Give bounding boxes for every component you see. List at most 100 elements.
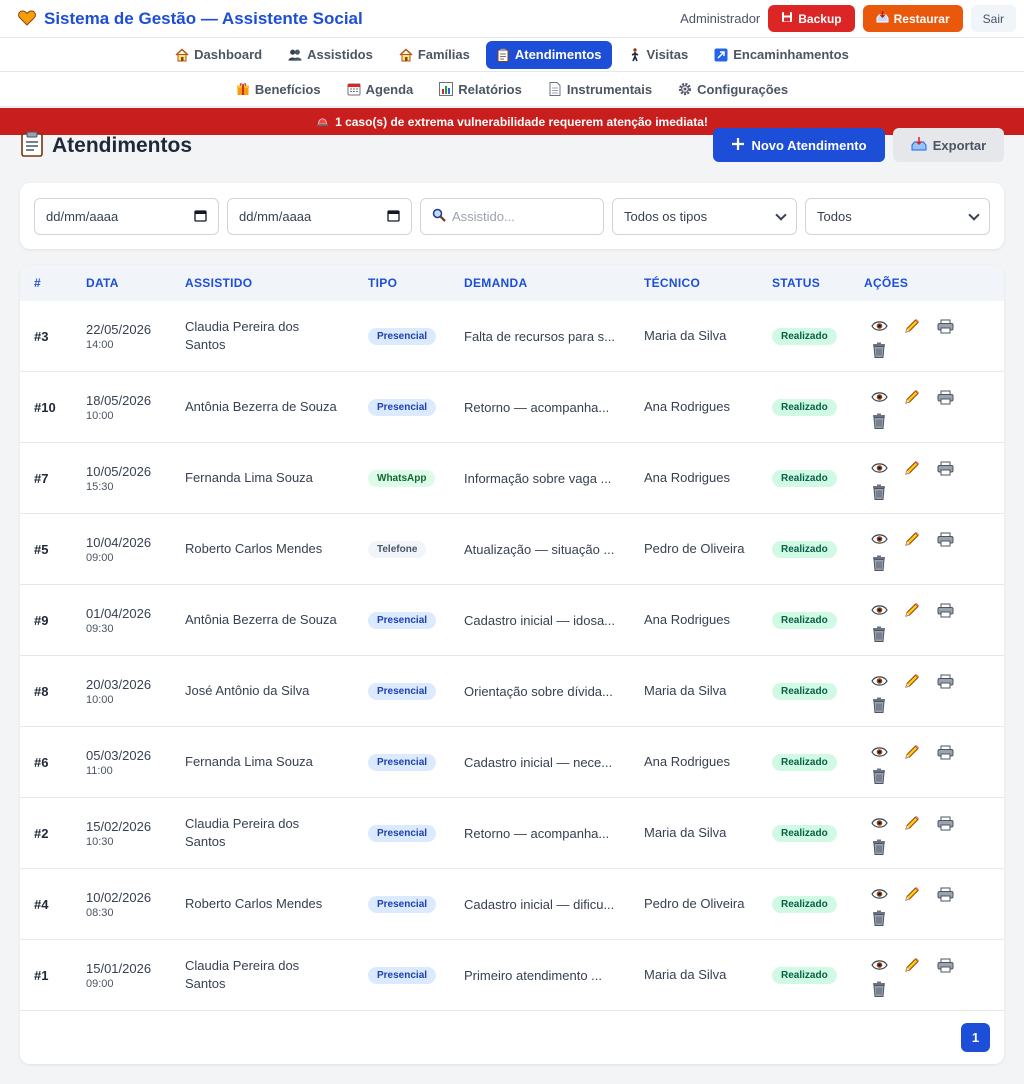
nav-visitas[interactable]: Visitas bbox=[618, 41, 699, 69]
table-row[interactable]: #7 10/05/2026 15:30 Fernanda Lima Souza … bbox=[20, 443, 1004, 514]
pencil-icon[interactable] bbox=[903, 743, 921, 761]
nav-instrumentais[interactable]: Instrumentais bbox=[538, 75, 662, 103]
calendar-icon[interactable] bbox=[387, 209, 400, 225]
pencil-icon[interactable] bbox=[903, 672, 921, 690]
trash-icon[interactable] bbox=[870, 341, 888, 359]
column-header[interactable]: DATA bbox=[86, 276, 119, 290]
column-header[interactable]: AÇÕES bbox=[864, 276, 908, 290]
column-header[interactable]: TÉCNICO bbox=[644, 276, 700, 290]
printer-icon[interactable] bbox=[936, 672, 954, 690]
nav-relatorios[interactable]: Relatórios bbox=[429, 75, 532, 103]
pencil-icon[interactable] bbox=[903, 459, 921, 477]
eye-icon[interactable] bbox=[870, 743, 888, 761]
nav-familias[interactable]: Famílias bbox=[389, 41, 480, 69]
row-assistido[interactable]: Fernanda Lima Souza bbox=[185, 727, 340, 797]
table-row[interactable]: #8 20/03/2026 10:00 José Antônio da Silv… bbox=[20, 656, 1004, 727]
row-assistido[interactable]: Claudia Pereira dos Santos bbox=[185, 301, 340, 371]
pencil-icon[interactable] bbox=[903, 388, 921, 406]
row-id: #8 bbox=[34, 683, 49, 699]
row-assistido[interactable]: Claudia Pereira dos Santos bbox=[185, 940, 340, 1010]
nav-assistidos[interactable]: Assistidos bbox=[278, 41, 383, 69]
row-tech: Ana Rodrigues bbox=[644, 754, 730, 769]
column-header[interactable]: ASSISTIDO bbox=[185, 276, 252, 290]
pencil-icon[interactable] bbox=[903, 885, 921, 903]
eye-icon[interactable] bbox=[870, 530, 888, 548]
date-to-input[interactable]: dd/mm/aaaa bbox=[227, 198, 412, 235]
trash-icon[interactable] bbox=[870, 412, 888, 430]
pencil-icon[interactable] bbox=[903, 530, 921, 548]
trash-icon[interactable] bbox=[870, 696, 888, 714]
table-row[interactable]: #2 15/02/2026 10:30 Claudia Pereira dos … bbox=[20, 798, 1004, 869]
row-assistido[interactable]: Antônia Bezerra de Souza bbox=[185, 585, 340, 655]
nav-dashboard[interactable]: Dashboard bbox=[165, 41, 272, 69]
eye-icon[interactable] bbox=[870, 814, 888, 832]
column-header[interactable]: STATUS bbox=[772, 276, 820, 290]
page-button[interactable]: 1 bbox=[961, 1023, 990, 1052]
printer-icon[interactable] bbox=[936, 885, 954, 903]
eye-icon[interactable] bbox=[870, 956, 888, 974]
table-row[interactable]: #9 01/04/2026 09:30 Antônia Bezerra de S… bbox=[20, 585, 1004, 656]
eye-icon[interactable] bbox=[870, 672, 888, 690]
calendar-icon[interactable] bbox=[194, 209, 207, 225]
row-assistido[interactable]: Roberto Carlos Mendes bbox=[185, 869, 340, 939]
printer-icon[interactable] bbox=[936, 388, 954, 406]
pencil-icon[interactable] bbox=[903, 814, 921, 832]
logout-button[interactable]: Sair bbox=[970, 5, 1016, 32]
row-demand: Retorno — acompanha... bbox=[464, 825, 610, 841]
eye-icon[interactable] bbox=[870, 317, 888, 335]
date-from-input[interactable]: dd/mm/aaaa bbox=[34, 198, 219, 235]
restore-button[interactable]: Restaurar bbox=[862, 5, 963, 32]
type-badge: Presencial bbox=[368, 966, 437, 984]
printer-icon[interactable] bbox=[936, 317, 954, 335]
column-header[interactable]: # bbox=[34, 276, 41, 290]
pencil-icon[interactable] bbox=[903, 317, 921, 335]
trash-icon[interactable] bbox=[870, 767, 888, 785]
column-header[interactable]: DEMANDA bbox=[464, 276, 527, 290]
eye-icon[interactable] bbox=[870, 885, 888, 903]
row-assistido[interactable]: Fernanda Lima Souza bbox=[185, 443, 340, 513]
table-row[interactable]: #3 22/05/2026 14:00 Claudia Pereira dos … bbox=[20, 301, 1004, 372]
table-row[interactable]: #6 05/03/2026 11:00 Fernanda Lima Souza … bbox=[20, 727, 1004, 798]
trash-icon[interactable] bbox=[870, 554, 888, 572]
status-badge: Realizado bbox=[772, 682, 837, 700]
row-tech: Pedro de Oliveira bbox=[644, 896, 745, 911]
row-assistido[interactable]: Claudia Pereira dos Santos bbox=[185, 798, 340, 868]
trash-icon[interactable] bbox=[870, 980, 888, 998]
search-input[interactable]: Assistido... bbox=[420, 198, 604, 235]
type-select[interactable]: Todos os tipos bbox=[612, 198, 797, 235]
nav-encaminhamentos[interactable]: Encaminhamentos bbox=[704, 41, 859, 69]
trash-icon[interactable] bbox=[870, 625, 888, 643]
pencil-icon[interactable] bbox=[903, 601, 921, 619]
table-row[interactable]: #5 10/04/2026 09:00 Roberto Carlos Mende… bbox=[20, 514, 1004, 585]
status-select[interactable]: Todos bbox=[805, 198, 990, 235]
table-row[interactable]: #10 18/05/2026 10:00 Antônia Bezerra de … bbox=[20, 372, 1004, 443]
eye-icon[interactable] bbox=[870, 601, 888, 619]
pencil-icon[interactable] bbox=[903, 956, 921, 974]
trash-icon[interactable] bbox=[870, 909, 888, 927]
row-assistido[interactable]: Antônia Bezerra de Souza bbox=[185, 372, 340, 442]
trash-icon[interactable] bbox=[870, 483, 888, 501]
printer-icon[interactable] bbox=[936, 530, 954, 548]
column-header[interactable]: TIPO bbox=[368, 276, 397, 290]
nav-agenda[interactable]: Agenda bbox=[337, 75, 424, 103]
printer-icon[interactable] bbox=[936, 814, 954, 832]
arrow-up-right-icon bbox=[714, 48, 728, 62]
row-assistido[interactable]: José Antônio da Silva bbox=[185, 656, 340, 726]
printer-icon[interactable] bbox=[936, 601, 954, 619]
table-row[interactable]: #4 10/02/2026 08:30 Roberto Carlos Mende… bbox=[20, 869, 1004, 940]
row-assistido[interactable]: Roberto Carlos Mendes bbox=[185, 514, 340, 584]
trash-icon[interactable] bbox=[870, 838, 888, 856]
backup-button[interactable]: Backup bbox=[768, 5, 855, 32]
printer-icon[interactable] bbox=[936, 743, 954, 761]
row-tech: Maria da Silva bbox=[644, 967, 727, 982]
printer-icon[interactable] bbox=[936, 459, 954, 477]
nav-configuracoes[interactable]: Configurações bbox=[668, 75, 798, 103]
nav-atendimentos[interactable]: Atendimentos bbox=[485, 40, 612, 69]
eye-icon[interactable] bbox=[870, 459, 888, 477]
export-button[interactable]: Exportar bbox=[893, 128, 1004, 162]
new-appointment-button[interactable]: Novo Atendimento bbox=[713, 128, 885, 162]
eye-icon[interactable] bbox=[870, 388, 888, 406]
table-row[interactable]: #1 15/01/2026 09:00 Claudia Pereira dos … bbox=[20, 940, 1004, 1011]
nav-beneficios[interactable]: Benefícios bbox=[226, 75, 331, 103]
printer-icon[interactable] bbox=[936, 956, 954, 974]
